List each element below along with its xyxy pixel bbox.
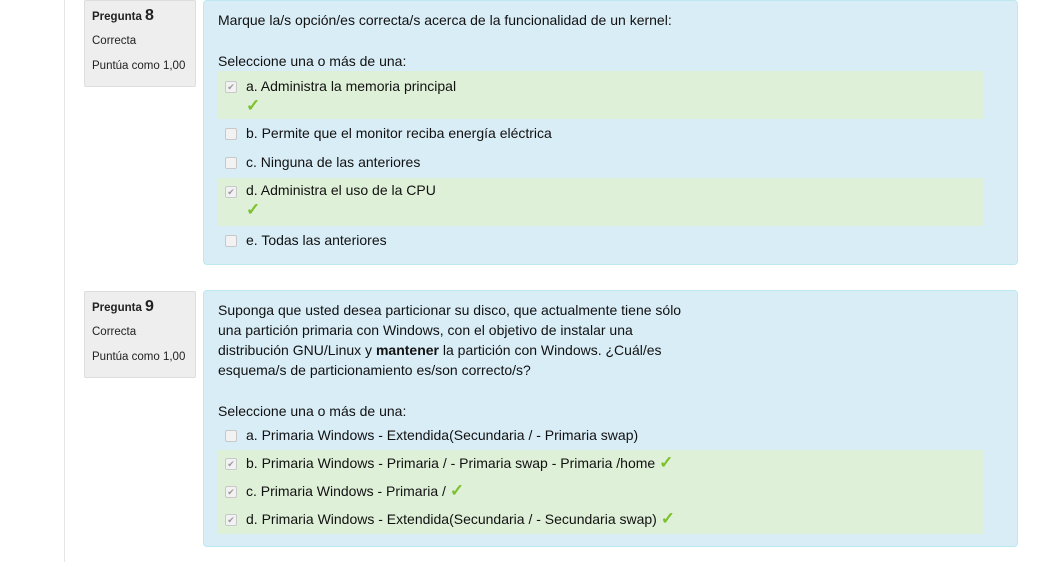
correct-check-icon: ✓ <box>659 453 674 472</box>
correct-check-icon: ✓ <box>449 481 465 500</box>
option-label: b. Permite que el monitor reciba energía… <box>246 125 552 141</box>
checkbox-unchecked[interactable] <box>225 235 237 247</box>
page-border <box>64 0 65 562</box>
checkbox-checked[interactable]: ✔ <box>225 458 237 470</box>
question-number: Pregunta 9 <box>92 298 154 315</box>
option-e[interactable]: e. Todas las anteriores <box>218 226 983 256</box>
answer-prompt: Seleccione una o más de una: <box>218 403 407 419</box>
question-9-content: Suponga que usted desea particionar su d… <box>203 290 1018 547</box>
option-c[interactable]: c. Ninguna de las anteriores <box>218 148 983 178</box>
option-label: e. Todas las anteriores <box>246 232 387 248</box>
option-label: d. Administra el uso de la CPU <box>246 182 436 198</box>
option-label: a. Primaria Windows - Extendida(Secundar… <box>246 427 639 443</box>
checkbox-unchecked[interactable] <box>225 430 237 442</box>
question-8-content: Marque la/s opción/es correcta/s acerca … <box>203 0 1018 265</box>
option-label: c. Ninguna de las anteriores <box>246 154 421 170</box>
option-b[interactable]: ✔ b. Primaria Windows - Primaria / - Pri… <box>218 450 983 478</box>
option-d[interactable]: ✔ d. Primaria Windows - Extendida(Secund… <box>218 506 983 534</box>
option-c[interactable]: ✔ c. Primaria Windows - Primaria / ✓ <box>218 478 983 506</box>
checkbox-checked[interactable]: ✔ <box>225 81 237 93</box>
checkbox-unchecked[interactable] <box>225 128 237 140</box>
question-9-info: Pregunta 9 Correcta Puntúa como 1,00 <box>84 291 196 378</box>
question-status: Correcta <box>92 326 137 338</box>
option-d[interactable]: ✔ d. Administra el uso de la CPU ✓ <box>218 178 983 226</box>
option-label: c. Primaria Windows - Primaria / <box>246 483 446 499</box>
option-a[interactable]: a. Primaria Windows - Extendida(Secundar… <box>218 421 983 450</box>
correct-check-icon: ✓ <box>246 200 261 219</box>
checkbox-checked[interactable]: ✔ <box>225 514 237 526</box>
question-8-info: Pregunta 8 Correcta Puntúa como 1,00 <box>84 0 196 87</box>
question-number: Pregunta 8 <box>92 7 154 24</box>
question-grade: Puntúa como 1,00 <box>92 351 186 363</box>
option-label: d. Primaria Windows - Extendida(Secundar… <box>246 511 657 527</box>
option-label: b. Primaria Windows - Primaria / - Prima… <box>246 455 656 471</box>
correct-check-icon: ✓ <box>660 509 675 528</box>
checkbox-checked[interactable]: ✔ <box>225 486 237 498</box>
option-b[interactable]: b. Permite que el monitor reciba energía… <box>218 119 983 148</box>
option-label: a. Administra la memoria principal <box>246 78 457 94</box>
checkbox-checked[interactable]: ✔ <box>225 186 237 198</box>
answer-prompt: Seleccione una o más de una: <box>218 53 407 69</box>
question-text: Suponga que usted desea particionar su d… <box>218 302 682 378</box>
correct-check-icon: ✓ <box>246 96 261 115</box>
question-status: Correcta <box>92 35 137 47</box>
option-a[interactable]: ✔ a. Administra la memoria principal ✓ <box>218 71 983 119</box>
checkbox-unchecked[interactable] <box>225 157 237 169</box>
question-text: Marque la/s opción/es correcta/s acerca … <box>218 12 672 28</box>
question-grade: Puntúa como 1,00 <box>92 60 186 72</box>
